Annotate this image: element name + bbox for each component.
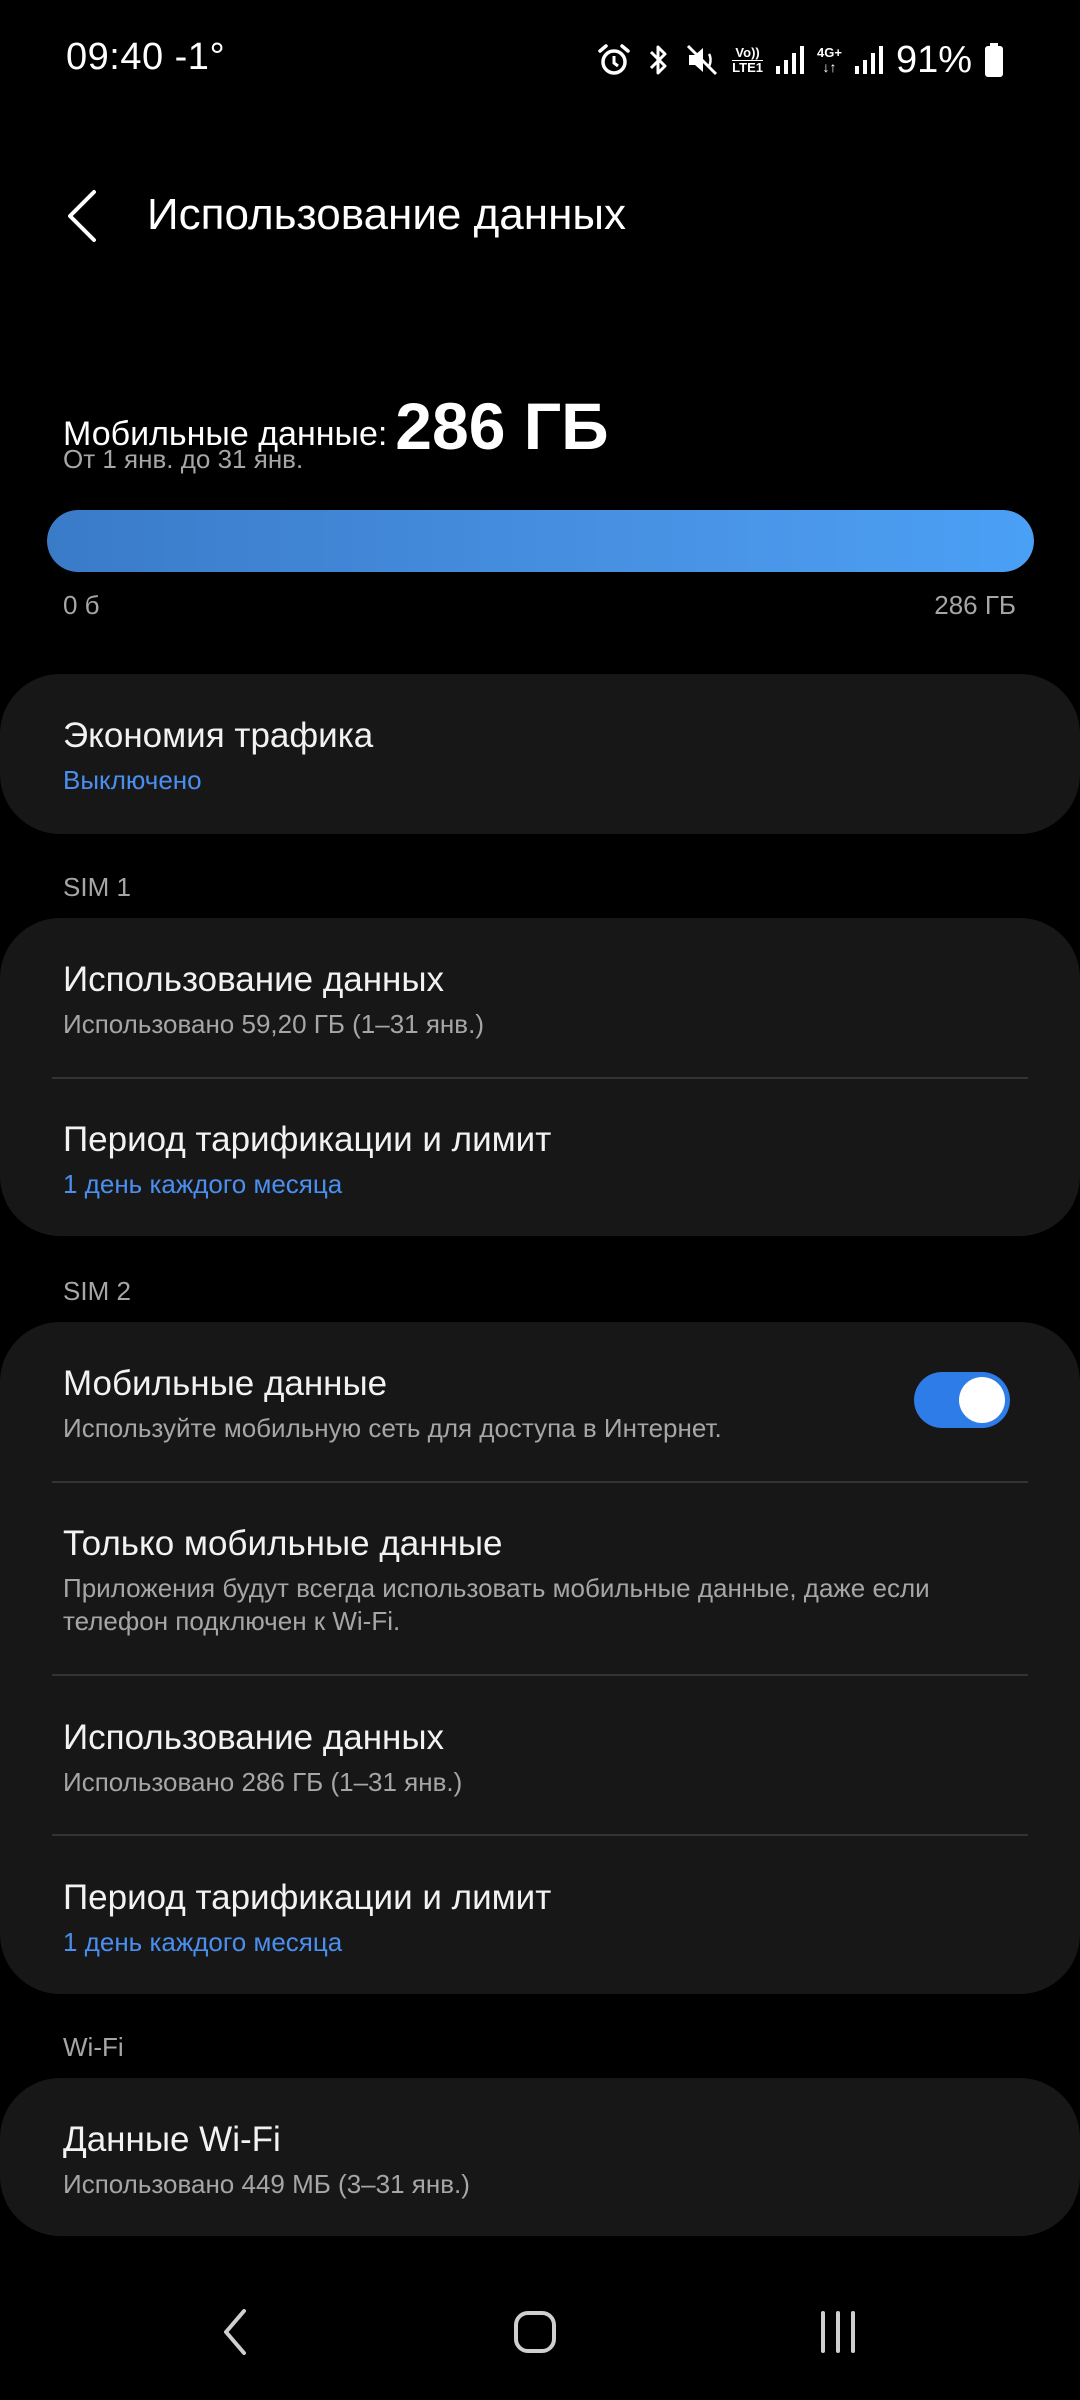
back-icon — [224, 2309, 246, 2355]
status-time: 09:40 -1° — [66, 36, 225, 79]
signal-icon — [775, 40, 805, 80]
toggle-knob — [959, 1377, 1005, 1423]
wifi-title: Данные Wi-Fi — [63, 2120, 281, 2159]
volte-icon: Vo)) LTE1 — [732, 40, 763, 80]
sim1-usage-sub: Использовано 59,20 ГБ (1–31 янв.) — [63, 1009, 484, 1039]
sim1-data-usage-item[interactable]: Использование данных Использовано 59,20 … — [63, 960, 1017, 1041]
sim1-billing-title: Период тарификации и лимит — [63, 1120, 552, 1159]
clock: 09:40 — [66, 36, 164, 78]
temperature: -1° — [174, 36, 226, 78]
navigation-bar — [0, 2270, 1080, 2400]
home-icon — [514, 2311, 556, 2353]
usage-progress-fill — [47, 510, 1034, 572]
sim2-only-mobile-title: Только мобильные данные — [63, 1524, 503, 1563]
sim2-usage-title: Использование данных — [63, 1718, 445, 1757]
sim2-usage-sub: Использовано 286 ГБ (1–31 янв.) — [63, 1767, 463, 1797]
section-label-sim1: SIM 1 — [63, 872, 131, 902]
back-arrow-icon — [68, 190, 96, 242]
progress-max-label: 286 ГБ — [934, 590, 1016, 620]
sim2-mobile-data-sub: Используйте мобильную сеть для доступа в… — [63, 1413, 722, 1443]
sim2-mobile-data-item[interactable]: Мобильные данные Используйте мобильную с… — [63, 1364, 880, 1445]
divider — [52, 1834, 1028, 1836]
lte-label: LTE1 — [732, 59, 763, 75]
nav-home-button[interactable] — [485, 2292, 585, 2372]
page-title: Использование данных — [147, 190, 626, 239]
divider — [52, 1481, 1028, 1483]
4g-icon: 4G+ ↓↑ — [817, 45, 842, 75]
section-label-wifi: Wi-Fi — [63, 2032, 124, 2062]
summary-period: От 1 янв. до 31 янв. — [63, 444, 304, 474]
sim2-billing-sub: 1 день каждого месяца — [63, 1927, 343, 1957]
mobile-data-toggle[interactable] — [914, 1372, 1010, 1428]
battery-percent: 91% — [895, 38, 972, 81]
recents-icon — [821, 2311, 855, 2353]
mute-icon — [684, 40, 720, 80]
nav-back-button[interactable] — [185, 2292, 285, 2372]
bluetooth-icon — [644, 40, 672, 80]
sim2-data-usage-item[interactable]: Использование данных Использовано 286 ГБ… — [63, 1718, 1017, 1799]
wifi-sub: Использовано 449 МБ (3–31 янв.) — [63, 2169, 470, 2199]
sim2-mobile-data-title: Мобильные данные — [63, 1364, 388, 1403]
sim2-billing-item[interactable]: Период тарификации и лимит 1 день каждог… — [63, 1878, 1017, 1959]
back-button[interactable] — [52, 178, 112, 254]
sim1-card: Использование данных Использовано 59,20 … — [0, 918, 1080, 1236]
status-bar: 09:40 -1° Vo)) LTE1 4G+ ↓↑ 91% — [0, 0, 1080, 120]
data-saver-card[interactable]: Экономия трафика Выключено — [0, 674, 1080, 834]
volte-label: Vo)) — [735, 44, 760, 60]
usage-progress-bar — [47, 510, 1034, 572]
sim1-billing-sub: 1 день каждого месяца — [63, 1169, 343, 1199]
wifi-data-item[interactable]: Данные Wi-Fi Использовано 449 МБ (3–31 я… — [63, 2120, 1017, 2201]
sim2-card: Мобильные данные Используйте мобильную с… — [0, 1322, 1080, 1994]
sim2-billing-title: Период тарификации и лимит — [63, 1878, 552, 1917]
network-label: 4G+ — [817, 45, 842, 60]
progress-min-label: 0 б — [63, 590, 100, 620]
sim2-only-mobile-sub: Приложения будут всегда использовать моб… — [63, 1573, 930, 1636]
data-saver-status: Выключено — [63, 765, 202, 795]
divider — [52, 1674, 1028, 1676]
signal-icon — [854, 40, 884, 80]
sim1-usage-title: Использование данных — [63, 960, 445, 999]
status-icons: Vo)) LTE1 4G+ ↓↑ 91% — [596, 38, 1004, 82]
sim2-only-mobile-item[interactable]: Только мобильные данные Приложения будут… — [63, 1524, 1017, 1638]
sim1-billing-item[interactable]: Период тарификации и лимит 1 день каждог… — [63, 1120, 1017, 1201]
data-saver-title: Экономия трафика — [63, 716, 374, 755]
data-saver-item[interactable]: Экономия трафика Выключено — [63, 716, 1017, 797]
battery-icon — [984, 40, 1004, 80]
nav-recents-button[interactable] — [788, 2292, 888, 2372]
section-label-sim2: SIM 2 — [63, 1276, 131, 1306]
divider — [52, 1077, 1028, 1079]
wifi-card: Данные Wi-Fi Использовано 449 МБ (3–31 я… — [0, 2078, 1080, 2236]
summary-value: 286 ГБ — [395, 389, 609, 463]
alarm-icon — [596, 40, 632, 80]
